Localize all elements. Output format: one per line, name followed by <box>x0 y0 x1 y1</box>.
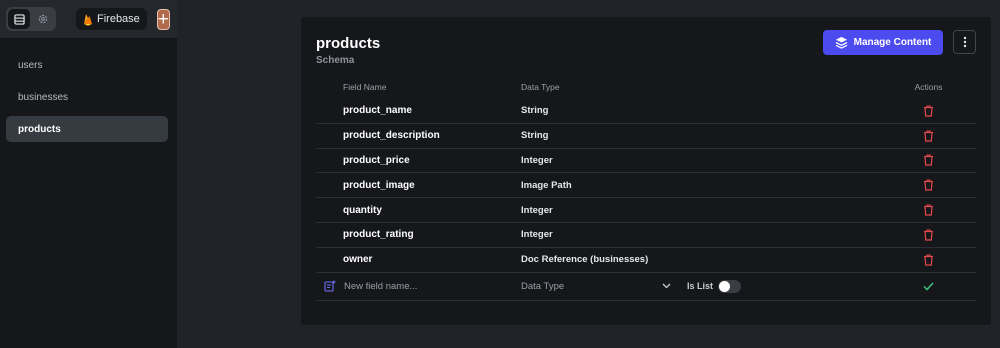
firebase-label: Firebase <box>97 13 140 25</box>
sidebar-item-label: businesses <box>18 91 69 103</box>
field-type: String <box>521 105 549 117</box>
table-row: product_rating Integer <box>316 223 976 248</box>
new-field-row: New field name... Data Type Is List <box>316 273 976 301</box>
more-vertical-icon <box>963 36 966 48</box>
trash-icon <box>924 204 933 216</box>
check-icon[interactable] <box>923 282 934 291</box>
field-type: String <box>521 130 549 142</box>
field-name: quantity <box>343 204 382 216</box>
manage-content-button[interactable]: Manage Content <box>823 30 943 55</box>
schema-mode-button[interactable] <box>8 9 30 29</box>
firebase-project-chip[interactable]: Firebase <box>76 8 147 30</box>
field-type: Integer <box>521 204 553 216</box>
page-subtitle: Schema <box>316 55 355 66</box>
column-header-data-type: Data Type <box>521 82 560 92</box>
trash-icon <box>924 130 933 142</box>
trash-icon <box>924 254 933 266</box>
table-row: product_description String <box>316 124 976 149</box>
layers-icon <box>835 36 847 49</box>
sidebar-item-businesses[interactable]: businesses <box>6 84 168 110</box>
table-row: product_price Integer <box>316 149 976 174</box>
table-row: quantity Integer <box>316 198 976 223</box>
field-name: product_name <box>343 105 412 117</box>
new-field-action-cell <box>881 282 976 291</box>
sidebar-item-users[interactable]: users <box>6 52 168 78</box>
new-field-icon <box>324 280 336 292</box>
trash-icon <box>924 179 933 191</box>
column-header-field-name: Field Name <box>343 82 387 92</box>
new-field-input[interactable]: New field name... <box>344 281 417 292</box>
table-row: product_image Image Path <box>316 173 976 199</box>
collection-nav: users businesses products <box>0 38 177 142</box>
field-type: Doc Reference (businesses) <box>521 254 649 266</box>
field-type: Integer <box>521 154 553 166</box>
field-name: owner <box>343 254 373 266</box>
more-options-button[interactable] <box>953 30 976 54</box>
data-type-select[interactable]: Data Type <box>521 281 671 292</box>
data-type-placeholder: Data Type <box>521 280 565 292</box>
is-list-label: Is List <box>687 281 714 292</box>
field-name: product_description <box>343 130 440 142</box>
field-type: Integer <box>521 229 553 241</box>
delete-field-button[interactable] <box>881 154 976 167</box>
trash-icon <box>924 154 933 167</box>
settings-mode-button[interactable] <box>32 9 54 29</box>
table-icon <box>13 13 25 25</box>
is-list-switch[interactable] <box>718 279 742 293</box>
delete-field-button[interactable] <box>881 179 976 191</box>
sidebar: Firebase + users businesses products <box>0 0 177 348</box>
column-header-actions: Actions <box>914 82 943 92</box>
gear-icon <box>38 14 48 24</box>
table-header: Field Name Data Type Actions <box>316 75 976 99</box>
trash-icon <box>924 229 933 241</box>
schema-panel: products Schema Manage Content Field Nam… <box>301 17 991 325</box>
delete-field-button[interactable] <box>881 204 976 216</box>
sidebar-item-label: products <box>18 123 61 135</box>
page-title: products <box>316 35 381 52</box>
add-collection-button[interactable]: + <box>156 8 170 30</box>
new-field-cell: New field name... <box>316 280 521 292</box>
is-list-toggle-group: Is List <box>687 279 742 293</box>
new-field-type-cell: Data Type Is List <box>521 279 881 293</box>
field-name: product_rating <box>343 229 414 241</box>
plus-icon: + <box>157 8 169 30</box>
trash-icon <box>924 105 933 117</box>
switch-knob <box>719 280 731 292</box>
table-row: owner Doc Reference (businesses) <box>316 248 976 273</box>
field-name: product_image <box>343 179 415 191</box>
sidebar-item-products[interactable]: products <box>6 116 168 142</box>
schema-table: Field Name Data Type Actions product_nam… <box>316 75 976 301</box>
field-type: Image Path <box>521 179 572 191</box>
field-rows: product_name String product_description Str… <box>316 99 976 273</box>
sidebar-header: Firebase + <box>0 0 177 38</box>
chevron-down-icon <box>662 283 671 289</box>
table-row: product_name String <box>316 99 976 124</box>
delete-field-button[interactable] <box>881 130 976 142</box>
mode-toggle <box>6 7 56 31</box>
delete-field-button[interactable] <box>881 105 976 117</box>
delete-field-button[interactable] <box>881 229 976 241</box>
delete-field-button[interactable] <box>881 254 976 266</box>
field-name: product_price <box>343 154 410 166</box>
manage-content-label: Manage Content <box>853 37 932 48</box>
sidebar-item-label: users <box>18 59 43 71</box>
firebase-icon <box>84 13 92 26</box>
